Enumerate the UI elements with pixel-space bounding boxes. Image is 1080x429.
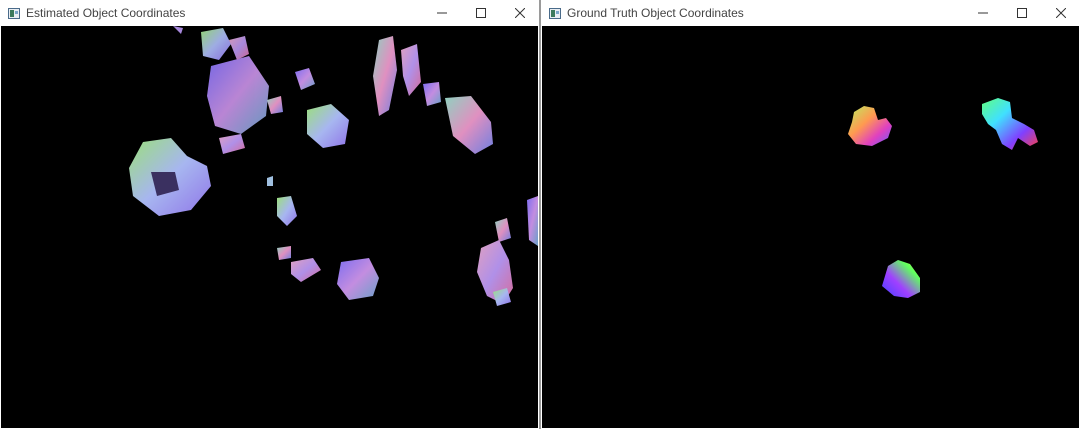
ground-truth-object-blob bbox=[882, 260, 920, 298]
close-button[interactable] bbox=[1041, 0, 1080, 26]
estimated-object-blob bbox=[477, 196, 538, 306]
minimize-icon bbox=[436, 12, 447, 14]
estimated-object-blob bbox=[373, 36, 493, 154]
estimated-object-blob bbox=[267, 176, 379, 300]
minimize-icon bbox=[977, 12, 988, 14]
window-title: Ground Truth Object Coordinates bbox=[567, 6, 744, 20]
close-button[interactable] bbox=[500, 0, 539, 26]
estimated-coords-image bbox=[1, 26, 538, 428]
maximize-icon bbox=[1016, 8, 1027, 18]
title-bar[interactable]: Ground Truth Object Coordinates bbox=[541, 0, 1080, 26]
estimated-coords-render bbox=[129, 26, 538, 306]
close-icon bbox=[514, 8, 525, 18]
ground-truth-object-duck bbox=[848, 106, 892, 146]
ground-truth-object-figure bbox=[982, 98, 1038, 150]
minimize-button[interactable] bbox=[422, 0, 461, 26]
maximize-button[interactable] bbox=[1002, 0, 1041, 26]
ground-truth-coords-window: Ground Truth Object Coordinates bbox=[541, 0, 1080, 429]
title-bar[interactable]: Estimated Object Coordinates bbox=[0, 0, 539, 26]
minimize-button[interactable] bbox=[963, 0, 1002, 26]
ground-truth-coords-image bbox=[542, 26, 1079, 428]
close-icon bbox=[1055, 8, 1066, 18]
estimated-object-blob bbox=[267, 68, 349, 148]
app-icon bbox=[549, 7, 561, 19]
estimated-object-blob bbox=[173, 26, 269, 134]
ground-truth-coords-render bbox=[848, 98, 1038, 298]
maximize-icon bbox=[475, 8, 486, 18]
app-icon bbox=[8, 7, 20, 19]
window-title: Estimated Object Coordinates bbox=[26, 6, 186, 20]
estimated-object-blob bbox=[129, 134, 245, 216]
maximize-button[interactable] bbox=[461, 0, 500, 26]
estimated-coords-window: Estimated Object Coordinates bbox=[0, 0, 539, 429]
